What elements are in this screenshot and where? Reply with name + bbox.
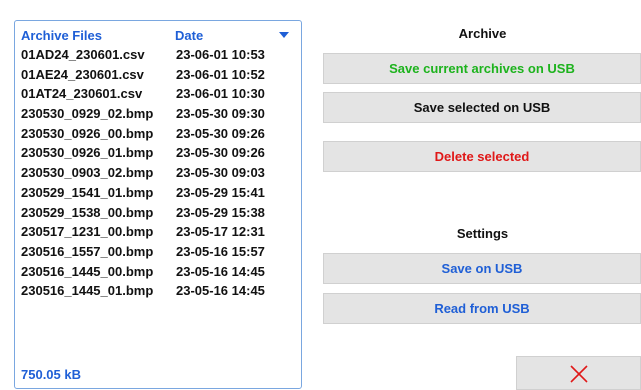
file-date: 23-05-30 09:26 — [176, 145, 265, 161]
file-name: 230530_0926_00.bmp — [21, 125, 154, 141]
file-name: 230530_0929_02.bmp — [21, 106, 154, 122]
archive-section-title: Archive — [458, 26, 507, 41]
file-list: 01AD24_230601.csv 23-06-01 10:53 01AE24_23… — [21, 45, 296, 301]
archive-file-list-panel[interactable]: Archive Files Date 01AD24_230601.csv 23-0… — [14, 20, 302, 389]
file-date: 23-05-16 14:45 — [176, 283, 265, 299]
file-list-item[interactable]: 230516_1445_01.bmp 23-05-16 14:45 — [21, 281, 296, 301]
file-list-item[interactable]: 230530_0903_02.bmp 23-05-30 09:03 — [21, 163, 296, 183]
file-name: 230516_1445_01.bmp — [21, 283, 154, 299]
delete-selected-button[interactable]: Delete selected — [323, 141, 641, 172]
file-date: 23-06-01 10:30 — [176, 86, 265, 102]
save-settings-on-usb-button[interactable]: Save on USB — [323, 253, 641, 284]
file-list-item[interactable]: 230530_0926_00.bmp 23-05-30 09:26 — [21, 124, 296, 144]
file-date: 23-05-16 14:45 — [176, 263, 265, 279]
file-name: 230530_0926_01.bmp — [21, 145, 154, 161]
file-list-header: Archive Files Date — [15, 26, 301, 46]
file-date: 23-06-01 10:53 — [176, 47, 265, 62]
file-name: 230529_1538_00.bmp — [21, 204, 154, 220]
file-name: 01AE24_230601.csv — [21, 66, 144, 82]
file-list-item[interactable]: 01AE24_230601.csv 23-06-01 10:52 — [21, 65, 296, 85]
close-button[interactable] — [516, 356, 641, 390]
file-list-item[interactable]: 230530_0929_02.bmp 23-05-30 09:30 — [21, 104, 296, 124]
column-header-archive-files[interactable]: Archive Files — [21, 28, 102, 43]
file-date: 23-06-01 10:52 — [176, 66, 265, 82]
sort-descending-icon[interactable] — [279, 32, 289, 38]
file-name: 230517_1231_00.bmp — [21, 224, 154, 240]
file-list-item[interactable]: 01AD24_230601.csv 23-06-01 10:53 — [21, 45, 296, 65]
save-current-archives-button[interactable]: Save current archives on USB — [323, 53, 641, 84]
file-list-item[interactable]: 01AT24_230601.csv 23-06-01 10:30 — [21, 84, 296, 104]
file-date: 23-05-17 12:31 — [176, 224, 265, 240]
file-list-item[interactable]: 230517_1231_00.bmp 23-05-17 12:31 — [21, 222, 296, 242]
file-date: 23-05-30 09:30 — [176, 106, 265, 122]
save-selected-button[interactable]: Save selected on USB — [323, 92, 641, 123]
file-list-item[interactable]: 230516_1557_00.bmp 23-05-16 15:57 — [21, 242, 296, 262]
column-header-date[interactable]: Date — [175, 28, 203, 43]
read-settings-from-usb-button[interactable]: Read from USB — [323, 293, 641, 324]
file-name: 230516_1445_00.bmp — [21, 263, 154, 279]
file-date: 23-05-16 15:57 — [176, 243, 265, 259]
file-list-item[interactable]: 230530_0926_01.bmp 23-05-30 09:26 — [21, 143, 296, 163]
file-name: 01AT24_230601.csv — [21, 86, 143, 102]
file-date: 23-05-30 09:26 — [176, 125, 265, 141]
settings-section-title: Settings — [456, 226, 509, 241]
file-date: 23-05-29 15:41 — [176, 184, 265, 200]
file-date: 23-05-30 09:03 — [176, 165, 265, 181]
file-name: 230516_1557_00.bmp — [21, 243, 154, 259]
file-list-item[interactable]: 230529_1541_01.bmp 23-05-29 15:41 — [21, 183, 296, 203]
close-icon — [570, 365, 588, 383]
file-name: 01AD24_230601.csv — [21, 47, 145, 62]
file-date: 23-05-29 15:38 — [176, 204, 265, 220]
file-list-item[interactable]: 230516_1445_00.bmp 23-05-16 14:45 — [21, 262, 296, 282]
file-name: 230529_1541_01.bmp — [21, 184, 154, 200]
file-name: 230530_0903_02.bmp — [21, 165, 154, 181]
file-list-item[interactable]: 230529_1538_00.bmp 23-05-29 15:38 — [21, 203, 296, 223]
total-size-label: 750.05 kB — [21, 367, 81, 382]
